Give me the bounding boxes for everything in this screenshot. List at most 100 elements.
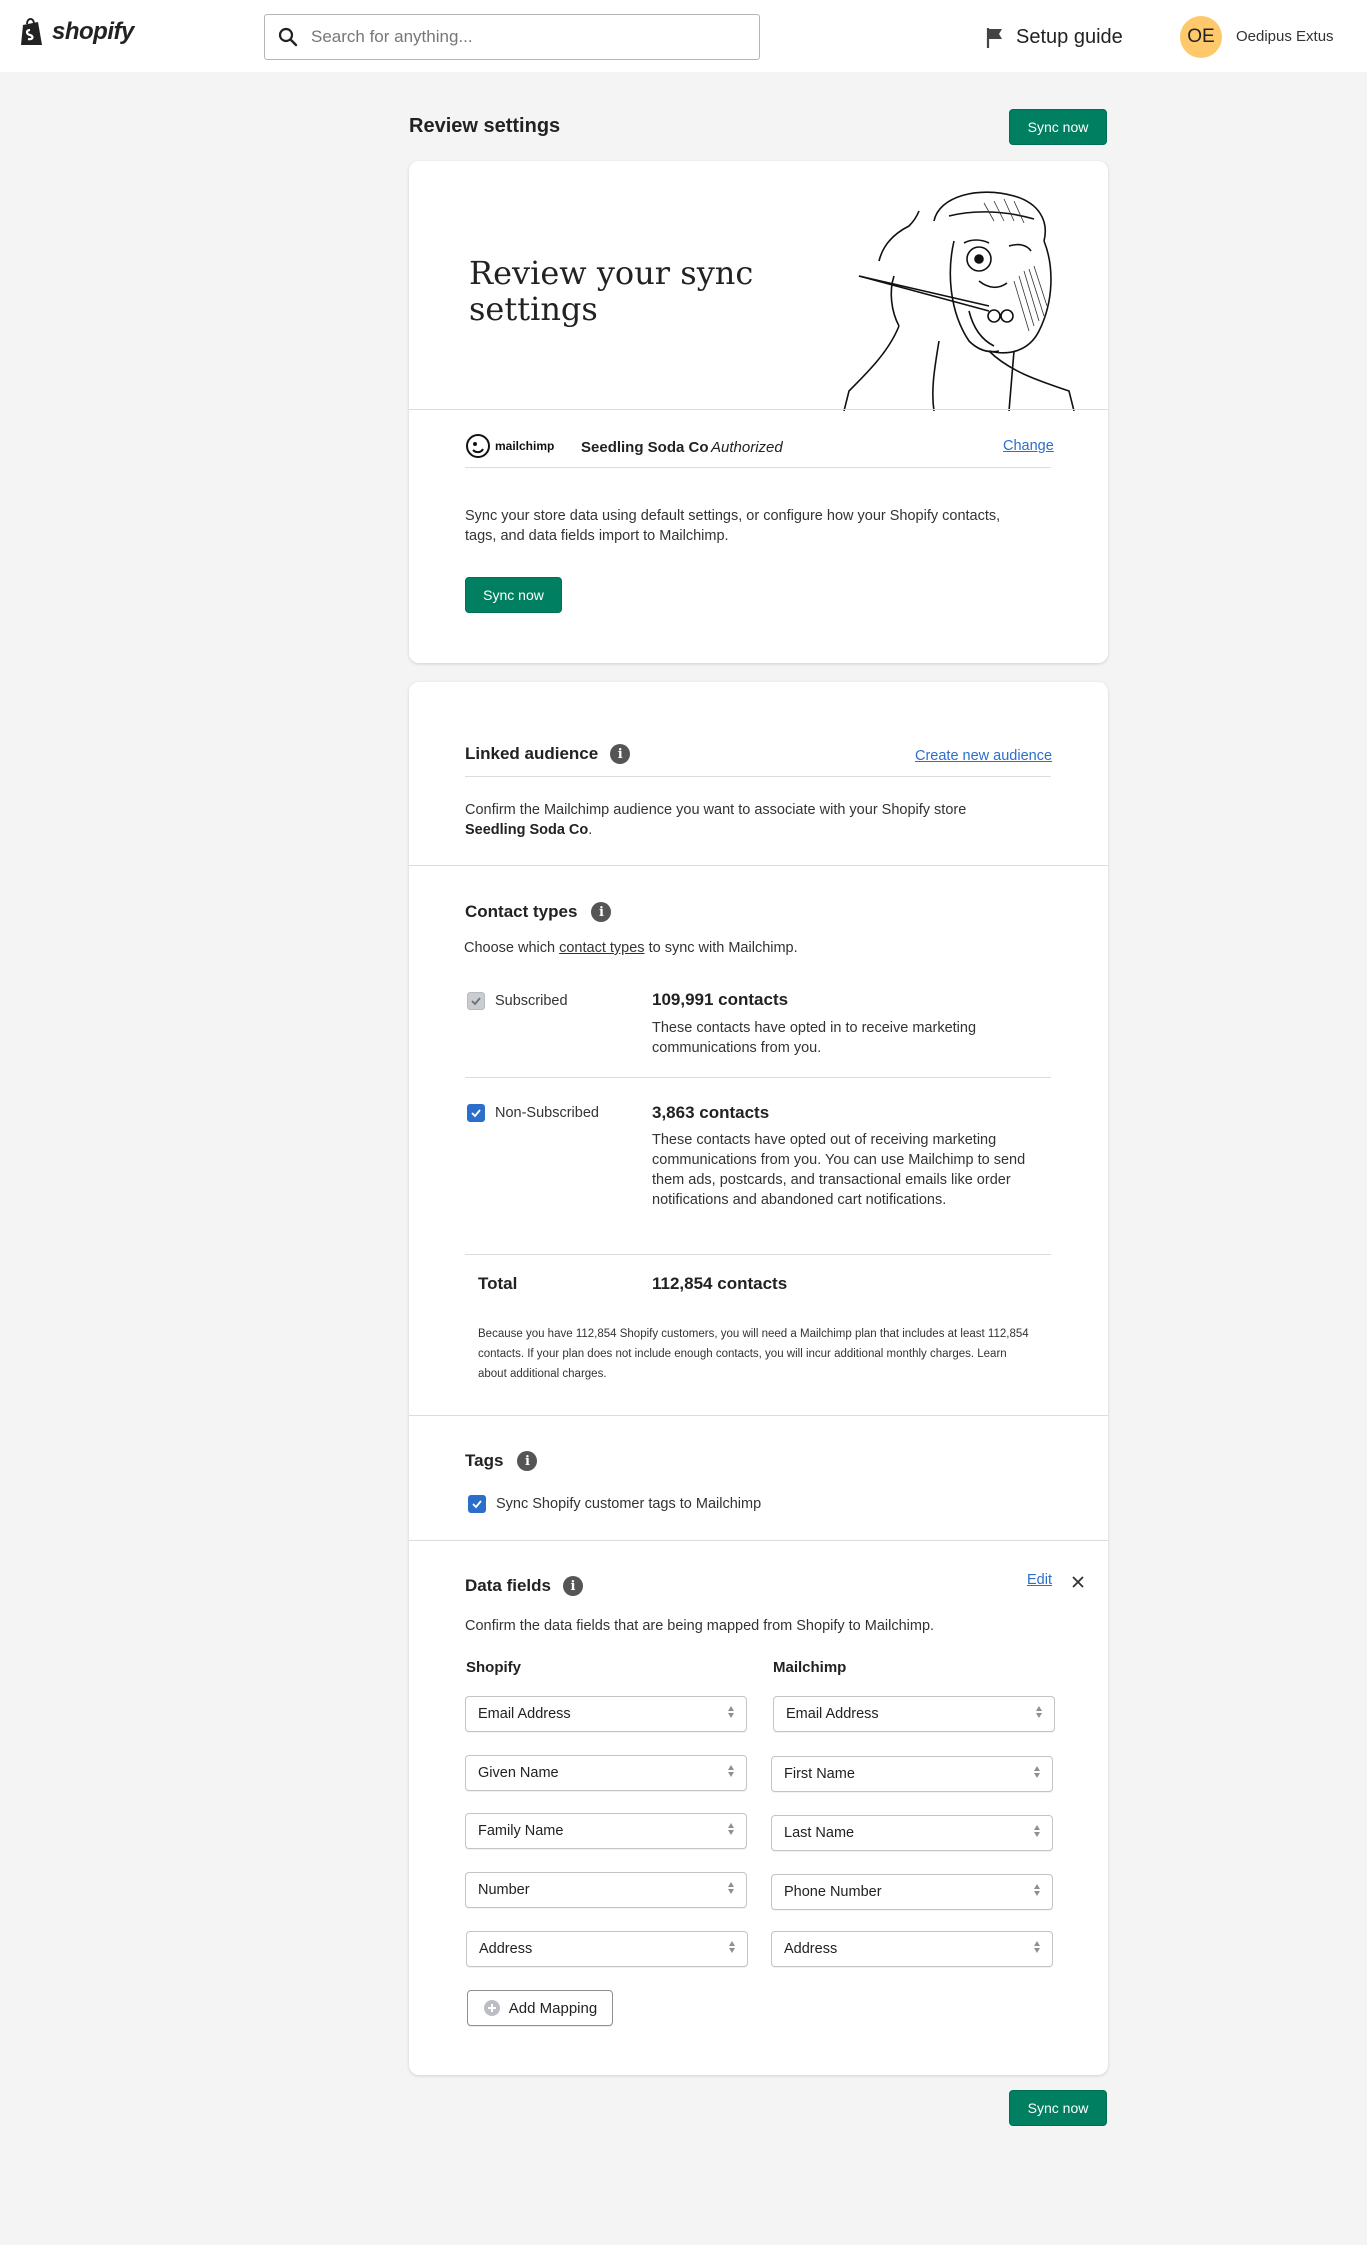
mailchimp-column-header: Mailchimp <box>773 1659 847 1676</box>
subscribed-checkbox <box>467 992 485 1010</box>
mailchimp-wordmark: mailchimp <box>495 439 555 453</box>
total-divider <box>465 1254 1051 1255</box>
select-value: Last Name <box>784 1825 855 1841</box>
subscribed-count: 109,991 contacts <box>652 990 789 1009</box>
shopify-field-select[interactable]: Address <box>466 1931 748 1967</box>
shopify-field-select[interactable]: Email Address <box>465 1696 747 1732</box>
sync-now-button-top[interactable]: Sync now <box>1009 109 1107 145</box>
search-icon <box>265 15 311 59</box>
subscribed-description: These contacts have opted in to receive … <box>652 1020 977 1056</box>
sync-tags-label: Sync Shopify customer tags to Mailchimp <box>496 1496 762 1512</box>
hero-divider <box>409 409 1108 410</box>
connection-divider <box>465 467 1051 468</box>
flag-icon <box>986 27 1002 48</box>
sync-now-button-bottom[interactable]: Sync now <box>1009 2090 1107 2126</box>
data-fields-title: Data fields <box>465 1576 551 1595</box>
setup-guide-button[interactable]: Setup guide <box>986 26 1123 49</box>
audience-store-name: Seedling Soda Co <box>465 822 589 838</box>
select-arrows-icon <box>1034 1884 1040 1896</box>
avatar[interactable]: OE <box>1180 16 1222 58</box>
edit-data-fields-link[interactable]: Edit <box>1027 1572 1052 1588</box>
non-subscribed-description: These contacts have opted out of receivi… <box>652 1132 1026 1208</box>
mailchimp-field-select[interactable]: Phone Number <box>771 1874 1053 1910</box>
contact-types-header: Contact types i <box>465 902 612 922</box>
mailchimp-field-select[interactable]: First Name <box>771 1756 1053 1792</box>
mailchimp-field-select[interactable]: Address <box>771 1931 1053 1967</box>
select-value: Given Name <box>478 1765 559 1781</box>
select-arrows-icon <box>728 1706 734 1718</box>
info-icon[interactable]: i <box>610 744 631 764</box>
create-audience-link[interactable]: Create new audience <box>915 748 1052 764</box>
logo-text: shopify <box>52 18 134 45</box>
data-fields-description: Confirm the data fields that are being m… <box>465 1618 935 1634</box>
select-arrows-icon <box>1036 1706 1042 1718</box>
select-arrows-icon <box>729 1941 735 1953</box>
connected-store-name: Seedling Soda Co <box>581 439 709 456</box>
sync-description: Sync your store data using default setti… <box>465 508 1001 544</box>
select-value: Email Address <box>786 1706 879 1722</box>
select-arrows-icon <box>728 1765 734 1777</box>
sync-now-button-card[interactable]: Sync now <box>465 577 562 613</box>
illustration-man-smoking <box>843 191 1075 411</box>
select-arrows-icon <box>1034 1825 1040 1837</box>
search-input[interactable] <box>311 27 731 47</box>
audience-description: Confirm the Mailchimp audience you want … <box>465 800 1025 840</box>
linked-audience-header: Linked audience i <box>465 744 631 764</box>
shopify-bag-icon <box>21 18 42 45</box>
top-bar: shopify Setup guide OE Oedipus Extus <box>0 0 1367 72</box>
sync-tags-option[interactable]: Sync Shopify customer tags to Mailchimp <box>468 1495 761 1513</box>
shopify-field-select[interactable]: Family Name <box>465 1813 747 1849</box>
info-icon[interactable]: i <box>562 1576 583 1596</box>
select-value: Email Address <box>478 1706 571 1722</box>
change-account-link[interactable]: Change <box>1003 438 1054 454</box>
non-subscribed-count: 3,863 contacts <box>652 1103 770 1122</box>
subscribed-option: Subscribed <box>467 992 568 1010</box>
intro-text: Choose which <box>464 940 556 956</box>
sync-settings-card: Linked audience i Create new audience Co… <box>409 682 1108 2075</box>
select-arrows-icon <box>728 1823 734 1835</box>
linked-audience-title: Linked audience <box>465 744 599 763</box>
non-subscribed-label: Non-Subscribed <box>495 1105 599 1121</box>
select-arrows-icon <box>728 1882 734 1894</box>
section-divider-1 <box>409 865 1108 866</box>
select-arrows-icon <box>1034 1941 1040 1953</box>
close-icon[interactable] <box>1072 1576 1084 1588</box>
search-bar[interactable] <box>264 14 760 60</box>
select-value: Phone Number <box>784 1884 882 1900</box>
select-arrows-icon <box>1034 1766 1040 1778</box>
add-mapping-button[interactable]: Add Mapping <box>467 1990 613 2026</box>
subscribed-label: Subscribed <box>495 993 568 1009</box>
info-icon[interactable]: i <box>591 902 612 922</box>
plan-note: Because you have 112,854 Shopify custome… <box>478 1328 1029 1380</box>
add-mapping-label: Add Mapping <box>508 1999 598 2017</box>
mailchimp-field-select[interactable]: Last Name <box>771 1815 1053 1851</box>
section-divider-3 <box>409 1540 1108 1541</box>
sync-tags-checkbox[interactable] <box>468 1495 486 1513</box>
select-value: First Name <box>784 1766 855 1782</box>
audience-divider <box>465 776 1051 777</box>
select-value: Address <box>784 1941 838 1957</box>
plus-circle-icon <box>483 2000 500 2016</box>
info-icon[interactable]: i <box>517 1451 538 1471</box>
tags-title: Tags <box>465 1451 504 1470</box>
hero-title: Review your sync settings <box>469 254 754 328</box>
tags-header: Tags i <box>465 1451 538 1471</box>
select-value: Number <box>478 1882 530 1898</box>
setup-guide-label: Setup guide <box>1016 26 1123 48</box>
contact-types-title: Contact types <box>465 902 578 921</box>
intro-text-suffix: to sync with Mailchimp. <box>648 940 798 956</box>
total-count: 112,854 contacts <box>652 1274 788 1293</box>
shopify-column-header: Shopify <box>466 1659 521 1676</box>
select-value: Address <box>479 1941 533 1957</box>
non-subscribed-option[interactable]: Non-Subscribed <box>467 1104 599 1122</box>
data-fields-header: Data fields i <box>465 1576 583 1596</box>
contact-types-intro: Choose which contact types to sync with … <box>464 938 798 958</box>
mailchimp-field-select[interactable]: Email Address <box>773 1696 1055 1732</box>
contact-types-link[interactable]: contact types <box>559 940 644 956</box>
shopify-logo[interactable]: shopify <box>18 16 134 48</box>
shopify-field-select[interactable]: Given Name <box>465 1755 747 1791</box>
contact-row-divider <box>465 1077 1051 1078</box>
non-subscribed-checkbox[interactable] <box>467 1104 485 1122</box>
user-name[interactable]: Oedipus Extus <box>1236 28 1334 45</box>
shopify-field-select[interactable]: Number <box>465 1872 747 1908</box>
